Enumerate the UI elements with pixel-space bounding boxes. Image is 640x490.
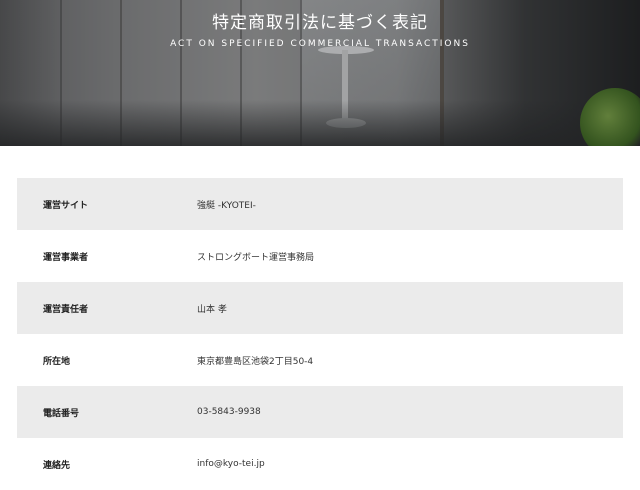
table-row: 運営サイト 強艇 -KYOTEI- xyxy=(17,178,623,230)
row-label: 連絡先 xyxy=(43,460,71,471)
table-row: 運営事業者 ストロングボート運営事務局 xyxy=(17,230,623,282)
row-label: 運営事業者 xyxy=(43,252,89,263)
table-row: 所在地 東京都豊島区池袋2丁目50-4 xyxy=(17,334,623,386)
row-value[interactable]: 03-5843-9938 xyxy=(197,407,261,417)
row-value: 東京都豊島区池袋2丁目50-4 xyxy=(197,356,314,367)
table-row: 電話番号 03-5843-9938 xyxy=(17,386,623,438)
hero-banner: 特定商取引法に基づく表記 ACT ON SPECIFIED COMMERCIAL… xyxy=(0,0,640,146)
row-value: 強艇 -KYOTEI- xyxy=(197,200,256,211)
contact-email-link[interactable]: info@kyo-tei.jp xyxy=(197,459,265,469)
page-title: 特定商取引法に基づく表記 xyxy=(212,13,428,33)
row-label: 運営責任者 xyxy=(43,304,89,315)
commercial-transactions-table: 運営サイト 強艇 -KYOTEI- 運営事業者 ストロングボート運営事務局 運営… xyxy=(17,178,623,490)
row-label: 運営サイト xyxy=(43,200,89,211)
table-row: 連絡先 info@kyo-tei.jp xyxy=(17,438,623,490)
row-value: ストロングボート運営事務局 xyxy=(197,252,315,263)
row-label: 電話番号 xyxy=(43,408,80,419)
page-subtitle: ACT ON SPECIFIED COMMERCIAL TRANSACTIONS xyxy=(170,39,470,49)
row-label: 所在地 xyxy=(43,356,71,367)
row-value: 山本 孝 xyxy=(197,304,227,315)
table-row: 運営責任者 山本 孝 xyxy=(17,282,623,334)
